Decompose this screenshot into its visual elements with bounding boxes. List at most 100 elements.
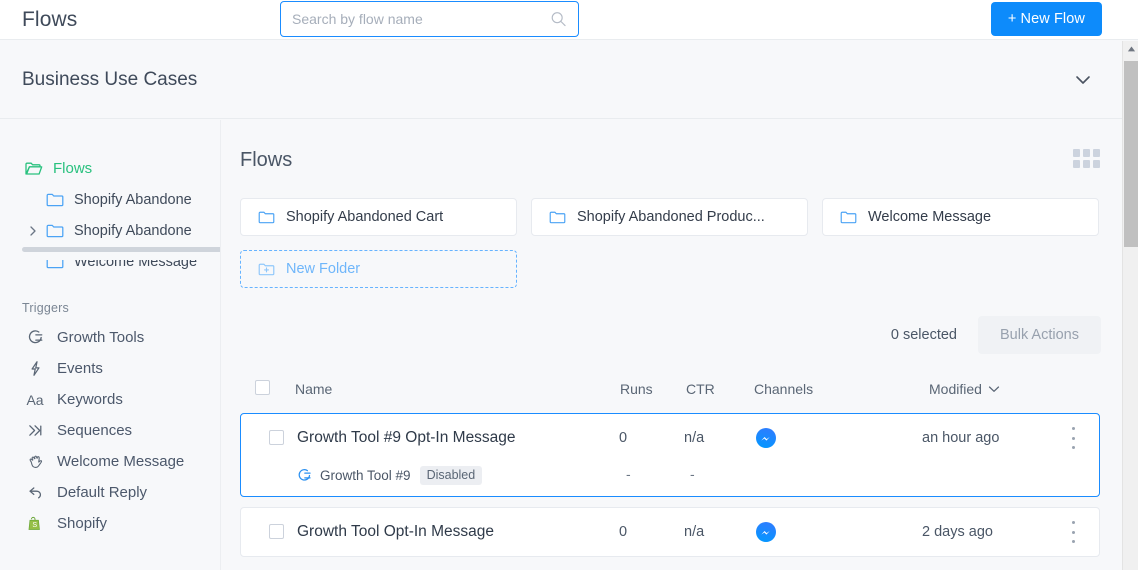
folder-plus-icon	[258, 262, 275, 276]
row-checkbox[interactable]	[269, 524, 284, 539]
menu-dot	[1071, 427, 1075, 430]
row-ctr: n/a	[684, 430, 705, 446]
page-title: Flows	[22, 7, 78, 31]
sequences-icon	[25, 422, 45, 440]
row-modified: 2 days ago	[922, 524, 993, 540]
sidebar: Flows Shopify Abandone Shopify Abandone …	[0, 120, 221, 570]
chevron-down-icon[interactable]	[1075, 75, 1091, 85]
reply-arrow-icon	[25, 484, 45, 502]
flows-table-body: Growth Tool #9 Opt-In Message 0 n/a an h…	[240, 413, 1100, 567]
folder-icon	[46, 192, 64, 207]
row-checkbox[interactable]	[269, 430, 284, 445]
tree-item-label: Shopify Abandone	[74, 191, 192, 208]
chevron-down-icon	[988, 385, 1000, 393]
grid-view-icon[interactable]	[1073, 149, 1100, 168]
selected-count-label: 0 selected	[890, 327, 957, 343]
top-bar: Flows + New Flow	[0, 0, 1138, 40]
sidebar-trigger-list: Growth Tools Events Aa Keywords Sequence…	[0, 322, 220, 539]
kebab-menu-icon[interactable]	[1071, 427, 1075, 449]
folder-card-grid: Shopify Abandoned Cart Shopify Abandoned…	[240, 198, 1100, 288]
shopify-bag-icon: S	[25, 515, 45, 533]
main-content: Flows Shopify Abandoned Cart Shopify Aba…	[221, 120, 1122, 570]
folder-icon	[549, 210, 566, 224]
chevron-right-icon[interactable]	[29, 225, 37, 237]
sidebar-item-events[interactable]: Events	[0, 353, 220, 384]
messenger-icon	[755, 427, 777, 449]
lightning-icon	[25, 360, 45, 378]
column-header-name[interactable]: Name	[295, 381, 332, 397]
row-trigger[interactable]: Growth Tool #9 Disabled	[297, 466, 483, 485]
grid-cell	[1093, 160, 1100, 168]
menu-dot	[1071, 530, 1075, 534]
menu-dot	[1071, 521, 1075, 524]
new-flow-button[interactable]: + New Flow	[990, 2, 1102, 36]
table-row-sub: Growth Tool #9 Disabled - -	[241, 462, 1099, 496]
row-modified: an hour ago	[922, 430, 1000, 446]
folder-card-label: Shopify Abandoned Cart	[286, 209, 444, 225]
sidebar-item-label: Keywords	[57, 391, 123, 408]
menu-dot	[1071, 540, 1075, 543]
table-row-main: Growth Tool Opt-In Message 0 n/a 2 days …	[241, 508, 1099, 556]
flows-page: Flows + New Flow Business Use Cases	[0, 0, 1138, 570]
folder-card-label: Shopify Abandoned Produc...	[577, 209, 765, 225]
messenger-icon	[755, 521, 777, 543]
sidebar-item-label: Default Reply	[57, 484, 148, 501]
sidebar-item-sequences[interactable]: Sequences	[0, 415, 220, 446]
wave-hand-icon	[25, 453, 45, 471]
table-header: Name Runs CTR Channels Modified	[240, 373, 1100, 403]
column-header-channels[interactable]: Channels	[754, 381, 813, 397]
tree-item-flows[interactable]: Flows	[0, 153, 220, 184]
row-name[interactable]: Growth Tool #9 Opt-In Message	[297, 429, 516, 447]
vertical-scroll-thumb[interactable]	[1124, 61, 1138, 247]
bulk-actions-button[interactable]: Bulk Actions	[978, 316, 1101, 354]
row-runs: 0	[619, 524, 628, 540]
sidebar-item-label: Sequences	[57, 422, 133, 439]
folder-card-welcome-message[interactable]: Welcome Message	[822, 198, 1099, 236]
new-folder-button[interactable]: New Folder	[240, 250, 517, 288]
keywords-aa-icon: Aa	[26, 391, 44, 408]
table-row-main: Growth Tool #9 Opt-In Message 0 n/a an h…	[241, 414, 1099, 462]
search-box[interactable]	[280, 1, 579, 37]
sidebar-item-label: Shopify	[57, 515, 108, 532]
tree-item-shopify-abandoned-1[interactable]: Shopify Abandone	[0, 184, 220, 215]
sidebar-item-growth-tools[interactable]: Growth Tools	[0, 322, 220, 353]
grid-cell	[1083, 160, 1090, 168]
grid-cell	[1093, 149, 1100, 157]
page-vertical-scrollbar[interactable]	[1122, 41, 1138, 570]
folder-tree-horizontal-scrollbar[interactable]	[22, 247, 220, 252]
row-ctr: n/a	[684, 524, 705, 540]
tree-item-shopify-abandoned-2[interactable]: Shopify Abandone	[0, 215, 220, 246]
column-header-ctr[interactable]: CTR	[686, 381, 715, 397]
search-input[interactable]	[281, 3, 536, 35]
folder-icon	[840, 210, 857, 224]
menu-dot	[1071, 446, 1075, 449]
row-name[interactable]: Growth Tool Opt-In Message	[297, 523, 494, 541]
row-runs: 0	[619, 430, 628, 446]
select-all-checkbox[interactable]	[255, 380, 270, 395]
sidebar-item-keywords[interactable]: Aa Keywords	[0, 384, 220, 415]
folder-card-label: Welcome Message	[868, 209, 992, 225]
table-row[interactable]: Growth Tool #9 Opt-In Message 0 n/a an h…	[240, 413, 1100, 497]
main-heading: Flows	[240, 149, 293, 171]
search-icon	[551, 12, 566, 27]
folder-tree: Flows Shopify Abandone Shopify Abandone …	[0, 120, 220, 277]
row-sub-runs: -	[626, 466, 631, 482]
scroll-up-arrow-icon[interactable]	[1123, 41, 1138, 57]
tree-item-label: Shopify Abandone	[74, 222, 192, 239]
column-header-modified[interactable]: Modified	[929, 381, 1000, 397]
sidebar-item-welcome-message[interactable]: Welcome Message	[0, 446, 220, 477]
folder-card-shopify-abandoned-cart[interactable]: Shopify Abandoned Cart	[240, 198, 517, 236]
column-header-runs[interactable]: Runs	[620, 381, 653, 397]
kebab-menu-icon[interactable]	[1071, 521, 1075, 543]
business-use-cases-section[interactable]: Business Use Cases	[0, 41, 1122, 119]
table-row[interactable]: Growth Tool Opt-In Message 0 n/a 2 days …	[240, 507, 1100, 557]
sidebar-item-shopify[interactable]: S Shopify	[0, 508, 220, 539]
status-badge: Disabled	[419, 466, 483, 485]
folder-icon	[258, 210, 275, 224]
bulk-actions-bar: 0 selected Bulk Actions	[891, 316, 1101, 354]
folder-card-shopify-abandoned-product[interactable]: Shopify Abandoned Produc...	[531, 198, 808, 236]
tree-item-label: Flows	[53, 160, 93, 177]
sidebar-item-default-reply[interactable]: Default Reply	[0, 477, 220, 508]
row-trigger-label: Growth Tool #9	[320, 468, 411, 483]
growth-tool-icon	[297, 468, 312, 483]
